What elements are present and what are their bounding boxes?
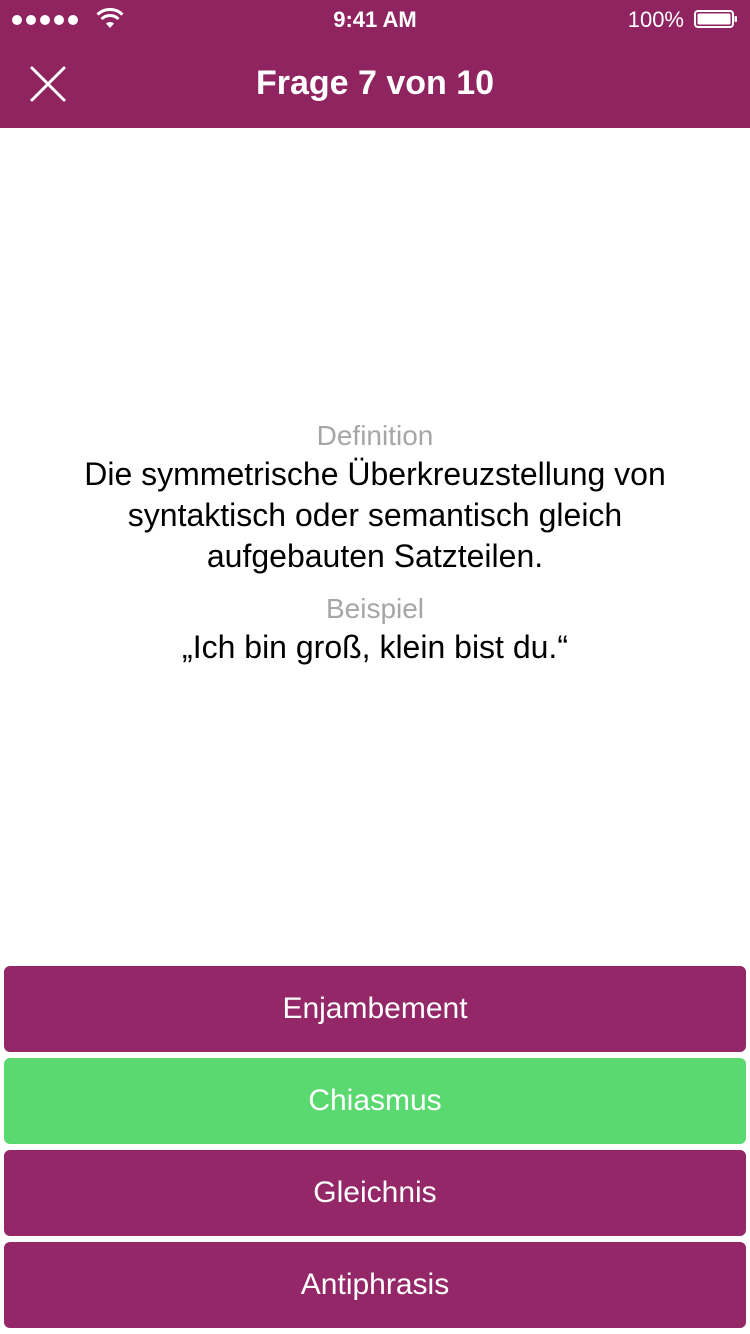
answer-list: Enjambement Chiasmus Gleichnis Antiphras… [4, 966, 746, 1334]
definition-label: Definition [316, 420, 434, 451]
definition-text: Die symmetrische Überkreuzstellung von s… [84, 456, 666, 574]
close-icon[interactable] [26, 62, 70, 106]
answer-button-chiasmus[interactable]: Chiasmus [4, 1058, 746, 1144]
status-bar: 9:41 AM 100% [0, 0, 750, 40]
battery-percent: 100% [627, 7, 684, 32]
answer-button-antiphrasis[interactable]: Antiphrasis [4, 1242, 746, 1328]
nav-header: 9:41 AM 100% Frage 7 von 10 [0, 0, 750, 128]
battery-icon [694, 10, 737, 28]
page-title: Frage 7 von 10 [255, 64, 495, 102]
question-card: Definition Die symmetrische Überkreuzste… [40, 418, 710, 668]
answer-button-gleichnis[interactable]: Gleichnis [4, 1150, 746, 1236]
example-label: Beispiel [325, 593, 425, 624]
answer-button-enjambement[interactable]: Enjambement [4, 966, 746, 1052]
example-text: „Ich bin groß, klein bist du.“ [182, 629, 568, 665]
